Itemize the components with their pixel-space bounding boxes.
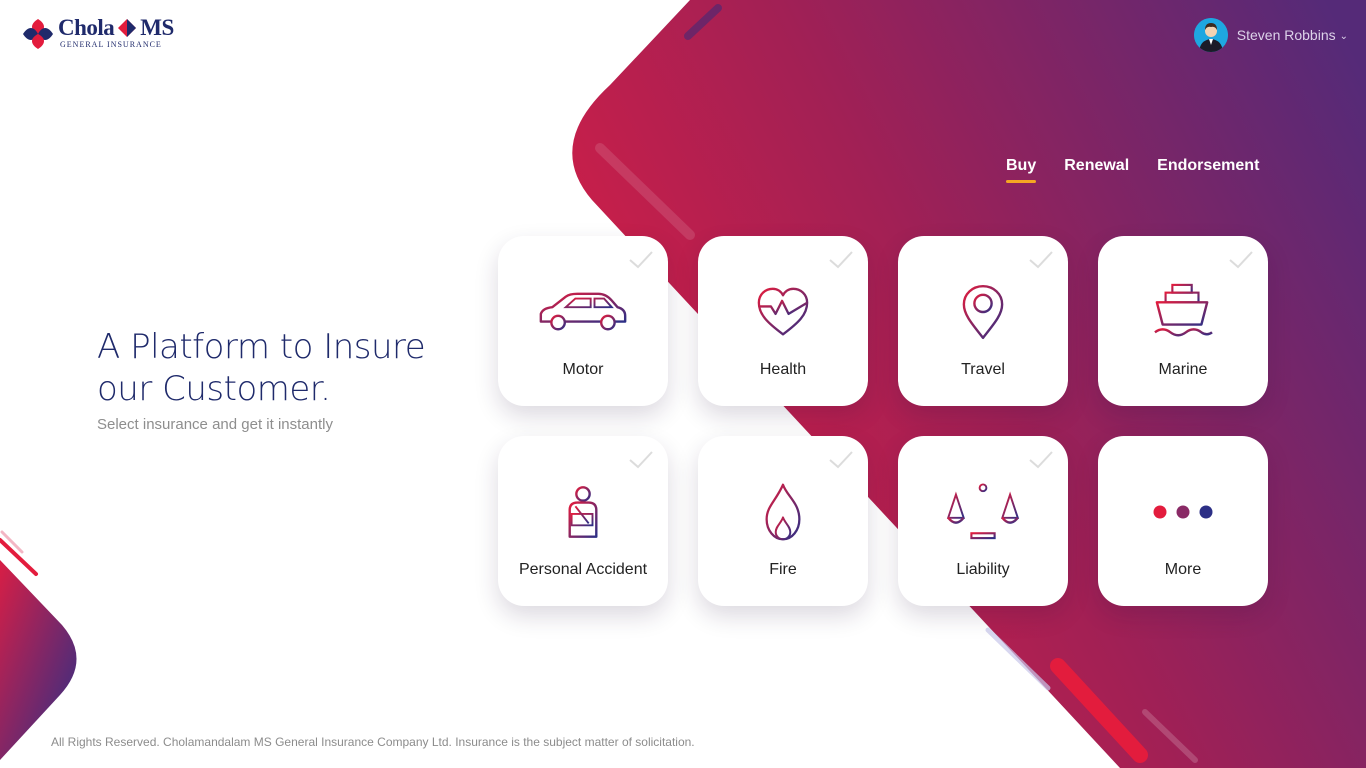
product-card-personal-accident[interactable]: Personal Accident (498, 436, 668, 606)
car-icon (539, 292, 627, 331)
check-icon (629, 251, 653, 269)
check-icon (829, 451, 853, 469)
user-avatar-icon[interactable] (1193, 18, 1228, 52)
hero-title-line-2: our Customer. (97, 369, 331, 409)
product-label: Personal Accident (518, 561, 648, 578)
product-card-motor[interactable]: Motor (498, 236, 668, 406)
product-label: More (1164, 561, 1202, 578)
tab-buy[interactable]: Buy (1006, 157, 1037, 183)
hero-section: A Platform to Insure our Customer. Selec… (97, 326, 426, 433)
check-icon (629, 451, 653, 469)
product-label: Liability (956, 561, 1010, 578)
chola-logo-mark-icon (23, 19, 53, 49)
injured-person-icon (568, 486, 598, 538)
hero-subtitle: Select insurance and get it instantly (97, 416, 333, 433)
hero-title-line-1: A Platform to Insure (97, 327, 426, 367)
user-name: Steven Robbins (1236, 27, 1336, 43)
check-icon (1029, 451, 1053, 469)
product-card-liability[interactable]: Liability (898, 436, 1068, 606)
logo-name-right: MS (140, 15, 174, 40)
check-icon (1229, 251, 1253, 269)
insurance-action-tabs: Buy Renewal Endorsement (1006, 157, 1259, 183)
product-card-fire[interactable]: Fire (698, 436, 868, 606)
user-menu[interactable]: Steven Robbins ⌄ (1193, 18, 1348, 52)
flame-icon (765, 483, 801, 541)
tab-renewal[interactable]: Renewal (1064, 157, 1129, 183)
location-pin-icon (962, 284, 1004, 340)
product-card-travel[interactable]: Travel (898, 236, 1068, 406)
logo-tagline: GENERAL INSURANCE (60, 40, 162, 49)
product-label: Marine (1158, 361, 1208, 378)
footer-copyright: All Rights Reserved. Cholamandalam MS Ge… (51, 735, 695, 749)
chevron-down-icon[interactable]: ⌄ (1340, 31, 1348, 42)
heart-pulse-icon (757, 287, 809, 336)
check-icon (1029, 251, 1053, 269)
product-card-health[interactable]: Health (698, 236, 868, 406)
logo-name-left: Chola (58, 15, 115, 40)
ship-icon (1154, 283, 1213, 337)
more-dots-icon (1153, 505, 1213, 519)
product-grid: Motor Health Travel Marine Personal Acci… (498, 236, 1268, 606)
scales-icon (946, 483, 1020, 540)
tab-endorsement[interactable]: Endorsement (1157, 157, 1259, 183)
product-label: Health (759, 361, 807, 378)
company-logo[interactable]: Chola MS GENERAL INSURANCE (20, 14, 200, 58)
hero-title: A Platform to Insure our Customer. (97, 326, 426, 410)
check-icon (829, 251, 853, 269)
product-label: Fire (769, 561, 797, 578)
product-card-marine[interactable]: Marine (1098, 236, 1268, 406)
ms-diamond-icon (118, 19, 137, 37)
product-card-more[interactable]: More (1098, 436, 1268, 606)
product-label: Motor (562, 361, 604, 378)
product-label: Travel (961, 361, 1005, 378)
